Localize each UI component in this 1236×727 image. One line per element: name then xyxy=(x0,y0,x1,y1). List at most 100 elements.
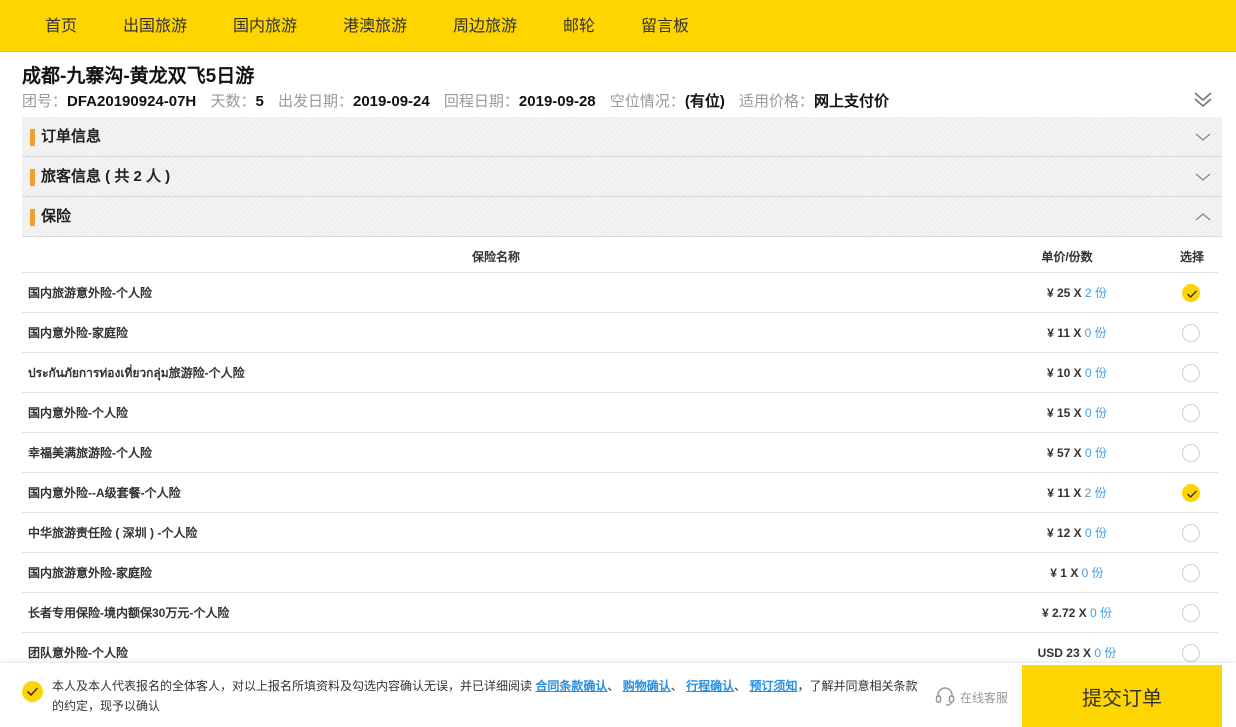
quantity-link[interactable]: 0 份 xyxy=(1085,526,1107,540)
insurance-price: ¥ 2.72 X 0 份 xyxy=(982,593,1172,633)
header-price-quantity: 单价/份数 xyxy=(1041,250,1093,264)
select-radio[interactable] xyxy=(1182,604,1200,622)
quantity-link[interactable]: 0 份 xyxy=(1090,606,1112,620)
section-accent-bar xyxy=(30,129,35,146)
availability-label: 空位情况： xyxy=(609,93,685,110)
quantity-link[interactable]: 0 份 xyxy=(1082,566,1104,580)
unit-price: ¥ 57 X xyxy=(1046,446,1082,460)
chevron-down-icon[interactable] xyxy=(1194,169,1212,185)
agree-checkbox[interactable] xyxy=(22,681,43,702)
select-radio[interactable] xyxy=(1182,564,1200,582)
insurance-name: 国内旅游意外险-家庭险 xyxy=(28,566,152,580)
section-accent-bar xyxy=(30,169,35,186)
availability-value: (有位) xyxy=(684,93,725,110)
quantity-link[interactable]: 0 份 xyxy=(1085,446,1107,460)
price-type-label: 适用价格： xyxy=(739,93,815,110)
nav-nearby-travel[interactable]: 周边旅游 xyxy=(453,0,517,52)
return-date-label: 回程日期： xyxy=(443,93,519,110)
quantity-link[interactable]: 0 份 xyxy=(1085,366,1107,380)
quantity-link[interactable]: 0 份 xyxy=(1085,406,1107,420)
select-radio[interactable] xyxy=(1182,404,1200,422)
agreement-prefix: 本人及本人代表报名的全体客人，对以上报名所填资料及勾选内容确认无误，并已详细阅读 xyxy=(52,679,533,693)
insurance-price: ¥ 11 X 0 份 xyxy=(982,313,1172,353)
link-contract-terms[interactable]: 合同条款确认 xyxy=(535,679,607,693)
tour-code-label: 团号： xyxy=(22,93,68,110)
nav-hk-macau-travel[interactable]: 港澳旅游 xyxy=(343,0,407,52)
insurance-name: 团队意外险-个人险 xyxy=(28,646,128,660)
select-radio[interactable] xyxy=(1182,524,1200,542)
price-type-value: 网上支付价 xyxy=(814,93,890,110)
select-radio[interactable] xyxy=(1182,324,1200,342)
unit-price: ¥ 15 X xyxy=(1046,406,1082,420)
section-title: 订单信息 xyxy=(41,128,102,145)
link-shopping-confirm[interactable]: 购物确认 xyxy=(623,679,671,693)
quantity-link[interactable]: 0 份 xyxy=(1094,646,1116,660)
insurance-name: 国内意外险-个人险 xyxy=(28,406,128,420)
insurance-price: ¥ 11 X 2 份 xyxy=(982,473,1172,513)
tour-code-value: DFA20190924-07H xyxy=(67,93,197,110)
chevron-up-icon[interactable] xyxy=(1194,209,1212,225)
section-order-info[interactable]: 订单信息 xyxy=(22,117,1222,157)
insurance-name: 长者专用保险-境内额保30万元-个人险 xyxy=(28,606,230,620)
unit-price: ¥ 25 X xyxy=(1046,286,1082,300)
quantity-link[interactable]: 2 份 xyxy=(1085,286,1107,300)
departure-date-value: 2019-09-24 xyxy=(353,93,430,110)
table-row: 中华旅游责任险 ( 深圳 ) -个人险 ¥ 12 X 0 份 xyxy=(22,513,1218,553)
section-traveler-info[interactable]: 旅客信息 ( 共 2 人 ) xyxy=(22,157,1222,197)
quantity-link[interactable]: 0 份 xyxy=(1085,326,1107,340)
return-date-value: 2019-09-28 xyxy=(518,93,596,110)
insurance-name: 中华旅游责任险 ( 深圳 ) -个人险 xyxy=(28,526,198,540)
agreement-text: 本人及本人代表报名的全体客人，对以上报名所填资料及勾选内容确认无误，并已详细阅读… xyxy=(52,676,922,716)
days-label: 天数： xyxy=(210,93,256,110)
section-accent-bar xyxy=(30,209,35,226)
tour-meta: 团号：DFA20190924-07H 天数：5 出发日期：2019-09-24 … xyxy=(22,90,899,112)
nav-home[interactable]: 首页 xyxy=(45,0,77,52)
select-radio[interactable] xyxy=(1182,284,1200,302)
unit-price: ¥ 12 X xyxy=(1046,526,1082,540)
insurance-price: ¥ 15 X 0 份 xyxy=(982,393,1172,433)
bottom-bar: 本人及本人代表报名的全体客人，对以上报名所填资料及勾选内容确认无误，并已详细阅读… xyxy=(0,663,1236,727)
nav-cruise[interactable]: 邮轮 xyxy=(563,0,595,52)
checkmark-icon xyxy=(1186,490,1198,499)
nav-outbound-travel[interactable]: 出国旅游 xyxy=(123,0,187,52)
days-value: 5 xyxy=(255,93,264,110)
nav-message-board[interactable]: 留言板 xyxy=(641,0,689,52)
link-separator: 、 xyxy=(670,679,683,693)
checkmark-icon xyxy=(26,687,39,697)
section-insurance[interactable]: 保险 xyxy=(22,197,1222,237)
page-title: 成都-九寨沟-黄龙双飞5日游 xyxy=(22,66,255,87)
top-nav: 首页 出国旅游 国内旅游 港澳旅游 周边旅游 邮轮 留言板 xyxy=(0,0,1236,52)
table-row: 国内意外险-家庭险 ¥ 11 X 0 份 xyxy=(22,313,1218,353)
nav-domestic-travel[interactable]: 国内旅游 xyxy=(233,0,297,52)
table-row: 团队意外险-个人险 USD 23 X 0 份 xyxy=(22,633,1218,665)
header-insurance-name: 保险名称 xyxy=(471,250,520,264)
chevron-down-icon[interactable] xyxy=(1194,129,1212,145)
insurance-name: ประกันภัยการท่องเที่ยวกลุ่ม旅游险-个人险 xyxy=(28,366,245,380)
table-row: 幸福美满旅游险-个人险 ¥ 57 X 0 份 xyxy=(22,433,1218,473)
insurance-price: ¥ 12 X 0 份 xyxy=(982,513,1172,553)
table-row: ประกันภัยการท่องเที่ยวกลุ่ม旅游险-个人险 ¥ 10 X… xyxy=(22,353,1218,393)
unit-price: ¥ 11 X xyxy=(1047,486,1082,500)
select-radio[interactable] xyxy=(1182,484,1200,502)
submit-order-button[interactable]: 提交订单 xyxy=(1022,665,1222,727)
table-row: 长者专用保险-境内额保30万元-个人险 ¥ 2.72 X 0 份 xyxy=(22,593,1218,633)
departure-date-label: 出发日期： xyxy=(277,93,353,110)
quantity-link[interactable]: 2 份 xyxy=(1085,486,1107,500)
link-itinerary-confirm[interactable]: 行程确认 xyxy=(686,679,734,693)
insurance-name: 国内意外险--A级套餐-个人险 xyxy=(28,486,181,500)
checkmark-icon xyxy=(1186,290,1198,299)
select-radio[interactable] xyxy=(1182,364,1200,382)
link-separator: 、 xyxy=(734,679,747,693)
select-radio[interactable] xyxy=(1182,444,1200,462)
section-title: 保险 xyxy=(41,208,72,225)
select-radio[interactable] xyxy=(1182,644,1200,662)
link-booking-notice[interactable]: 预订须知 xyxy=(749,679,797,693)
insurance-table: 保险名称 单价/份数 选择 国内旅游意外险-个人险 ¥ 25 X 2 份国内意外险… xyxy=(22,237,1218,665)
headset-icon xyxy=(935,687,955,706)
table-row: 国内旅游意外险-个人险 ¥ 25 X 2 份 xyxy=(22,273,1218,313)
insurance-price: USD 23 X 0 份 xyxy=(982,633,1172,665)
double-chevron-down-icon[interactable] xyxy=(1192,88,1214,110)
online-service-label: 在线客服 xyxy=(960,691,1009,705)
table-row: 国内意外险--A级套餐-个人险 ¥ 11 X 2 份 xyxy=(22,473,1218,513)
table-header: 保险名称 单价/份数 选择 xyxy=(22,237,1218,273)
